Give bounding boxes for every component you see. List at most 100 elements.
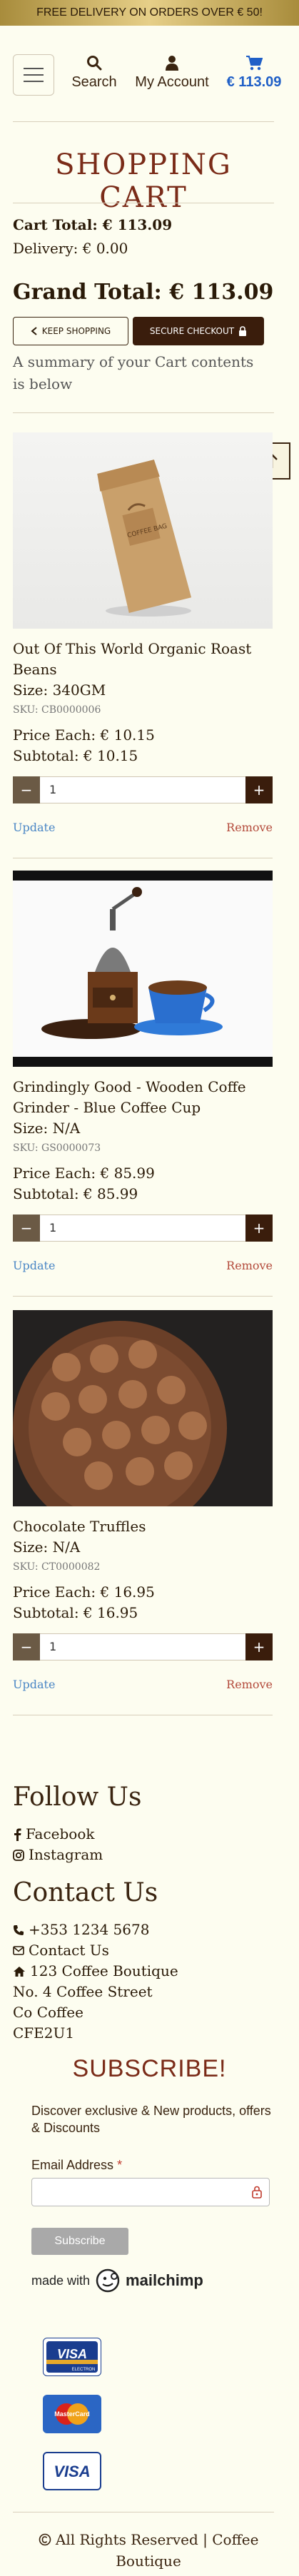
visa-electron-sub: ELECTRON (72, 2368, 96, 2372)
delivery-cost: Delivery: € 0.00 (13, 240, 128, 257)
visa-electron-text: VISA (57, 2347, 87, 2361)
product-size: Size: N/A (13, 1120, 81, 1137)
grand-total: Grand Total: € 113.09 (13, 280, 274, 305)
product-sku: SKU: CT0000082 (13, 1561, 101, 1573)
price-each: Price Each: € 85.99 (13, 1165, 155, 1182)
secure-checkout-label: SECURE CHECKOUT (149, 326, 235, 336)
product-name[interactable]: Out Of This World Organic Roast Beans (13, 639, 273, 680)
product-image[interactable]: COFFEE BAG (13, 432, 273, 629)
item-divider (13, 1296, 273, 1297)
product-name[interactable]: Chocolate Truffles (13, 1516, 273, 1537)
cart-item: Grindingly Good - Wooden Coffe Grinder -… (13, 871, 273, 1297)
mastercard-icon: MasterCard (54, 2403, 90, 2425)
increase-qty-button[interactable]: + (245, 1633, 273, 1660)
email-field[interactable] (31, 2178, 270, 2206)
menu-toggle-button[interactable] (13, 54, 54, 96)
quantity-input[interactable]: 1 (49, 1221, 56, 1234)
my-account-link[interactable]: My Account (127, 53, 217, 91)
quantity-input[interactable]: 1 (49, 1640, 56, 1653)
update-link[interactable]: Update (13, 1678, 55, 1691)
search-icon (87, 56, 102, 71)
cart-item: COFFEE BAG Out Of This World Organic Roa… (13, 432, 273, 858)
address-line-2: No. 4 Coffee Street (13, 1983, 153, 2000)
facebook-label: Facebook (26, 1825, 95, 1842)
quantity-stepper: − 1 + (13, 1215, 273, 1242)
required-mark: * (117, 2158, 123, 2172)
remove-link[interactable]: Remove (226, 1259, 273, 1272)
contact-us-link[interactable]: Contact Us (13, 1940, 178, 1961)
visa-electron-icon: VISA ELECTRON (46, 2341, 98, 2373)
facebook-link[interactable]: Facebook (13, 1824, 103, 1845)
hamburger-icon (24, 68, 44, 69)
email-label-text: Email Address (31, 2158, 114, 2172)
facebook-icon (14, 1828, 21, 1841)
password-manager-icon[interactable] (252, 2186, 262, 2199)
copyright-icon (39, 2533, 51, 2546)
mastercard-logo: MasterCard (43, 2395, 101, 2433)
address-line-1: 123 Coffee Boutique (30, 1962, 178, 1979)
product-sku: SKU: GS0000073 (13, 1142, 101, 1154)
visa-icon: VISA (54, 2463, 90, 2480)
item-actions: Update Remove (13, 1259, 273, 1280)
copyright-text: All Rights Reserved | Coffee Boutique (55, 2531, 259, 2570)
product-image[interactable] (13, 871, 273, 1067)
update-link[interactable]: Update (13, 821, 55, 834)
address-line-3: Co Coffee (13, 2004, 83, 2021)
secure-checkout-button[interactable]: SECURE CHECKOUT (133, 317, 264, 345)
decrease-qty-button[interactable]: − (13, 1215, 40, 1242)
quantity-stepper: − 1 + (13, 1633, 273, 1660)
phone-link[interactable]: +353 1234 5678 (13, 1920, 178, 1940)
title-section: SHOPPING CART (13, 148, 274, 214)
product-name[interactable]: Grindingly Good - Wooden Coffe Grinder -… (13, 1077, 273, 1118)
search-label: Search (71, 74, 117, 90)
mastercard-text: MasterCard (54, 2410, 90, 2418)
subtotal: Subtotal: € 85.99 (13, 1185, 138, 1202)
contact-us-heading: Contact Us (13, 1878, 158, 1907)
update-link[interactable]: Update (13, 1259, 55, 1272)
decrease-qty-button[interactable]: − (13, 776, 40, 803)
search-link[interactable]: Search (66, 53, 123, 91)
mailchimp-badge[interactable]: made with mailchimp (31, 2266, 203, 2295)
address-line-4: CFE2U1 (13, 2024, 75, 2042)
lock-icon (239, 326, 247, 336)
product-size: Size: N/A (13, 1538, 81, 1556)
product-image[interactable] (13, 1310, 273, 1506)
cart-link[interactable]: € 113.09 (220, 53, 288, 91)
item-actions: Update Remove (13, 1678, 273, 1699)
page-title: SHOPPING CART (55, 148, 232, 214)
chocolate-truffles-image (13, 1310, 273, 1506)
mailchimp-brand: mailchimp (126, 2271, 203, 2289)
instagram-link[interactable]: Instagram (13, 1845, 103, 1865)
decrease-qty-button[interactable]: − (13, 1633, 40, 1660)
follow-us-heading: Follow Us (13, 1783, 142, 1812)
summary-divider (13, 412, 274, 413)
cart-item: Chocolate Truffles Size: N/A SKU: CT0000… (13, 1310, 273, 1715)
cart-total: Cart Total: € 113.09 (13, 216, 173, 233)
hamburger-line (24, 81, 44, 82)
coffee-grinder-image (41, 887, 223, 1039)
visa-logo: VISA (43, 2452, 101, 2490)
product-size: Size: 340GM (13, 681, 106, 699)
copyright: All Rights Reserved | Coffee Boutique (13, 2529, 284, 2572)
visa-text: VISA (54, 2463, 90, 2480)
increase-qty-button[interactable]: + (245, 1215, 273, 1242)
free-delivery-banner: FREE DELIVERY ON ORDERS OVER € 50! (0, 0, 299, 26)
keep-shopping-button[interactable]: KEEP SHOPPING (13, 317, 128, 345)
price-each: Price Each: € 10.15 (13, 726, 155, 744)
hamburger-line (24, 74, 44, 76)
remove-link[interactable]: Remove (226, 1678, 273, 1691)
site-header: Search My Account € 113.09 (0, 26, 299, 123)
coffee-bag-image: COFFEE BAG (97, 460, 192, 617)
quantity-input[interactable]: 1 (49, 783, 56, 796)
home-icon (14, 1966, 25, 1977)
phone-icon (14, 1925, 24, 1935)
subtotal: Subtotal: € 10.15 (13, 747, 138, 764)
email-label: Email Address * (31, 2158, 122, 2173)
banner-text: FREE DELIVERY ON ORDERS OVER € 50! (36, 6, 263, 19)
instagram-label: Instagram (29, 1846, 103, 1863)
subscribe-button[interactable]: Subscribe (31, 2228, 128, 2255)
header-divider (13, 121, 274, 122)
remove-link[interactable]: Remove (226, 821, 273, 834)
increase-qty-button[interactable]: + (245, 776, 273, 803)
item-actions: Update Remove (13, 821, 273, 842)
